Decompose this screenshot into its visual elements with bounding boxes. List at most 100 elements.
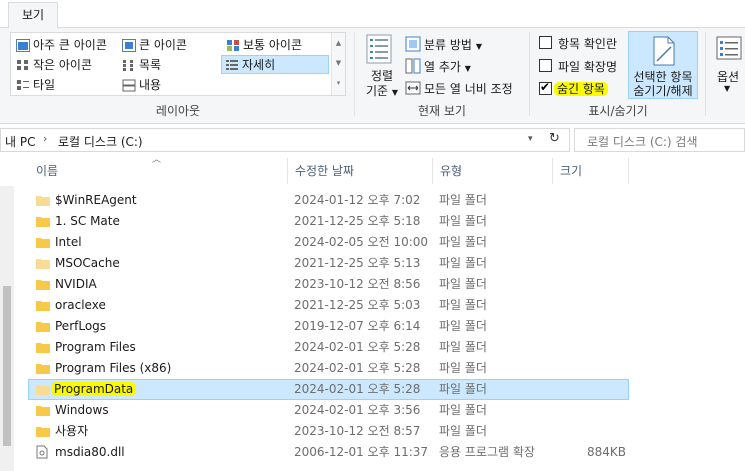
sort-by-button[interactable]: 정렬 기준 ▼ bbox=[366, 69, 398, 100]
layout-list[interactable]: 목록 bbox=[119, 56, 161, 75]
hidden-items-label: 숨긴 항목 bbox=[554, 80, 608, 97]
hide-selected-items-button[interactable]: 선택한 항목 숨기기/해제 bbox=[628, 31, 698, 99]
folder-icon bbox=[36, 364, 50, 374]
file-name-extensions-checkbox[interactable] bbox=[539, 59, 552, 72]
file-modified: 2024-02-01 오후 3:56 bbox=[294, 403, 421, 417]
column-header-size[interactable]: 크기 bbox=[560, 158, 582, 184]
layout-large-icons[interactable]: 큰 아이콘 bbox=[119, 36, 187, 55]
file-row[interactable]: MSOCache 2021-12-25 오후 5:13 파일 폴더 bbox=[28, 253, 629, 274]
ribbon-tab-strip: 보기 bbox=[0, 0, 745, 29]
file-row[interactable]: NVIDIA 2023-10-12 오전 8:56 파일 폴더 bbox=[28, 274, 629, 295]
file-type: 파일 폴더 bbox=[439, 361, 487, 375]
layout-large-icons-label: 큰 아이콘 bbox=[139, 38, 187, 52]
group-by-button[interactable]: 분류 방법 ▼ bbox=[424, 36, 482, 53]
sort-arrow-icon: ︿ bbox=[152, 155, 162, 165]
file-modified: 2024-02-01 오후 5:28 bbox=[294, 361, 421, 375]
show-hide-group-title: 표시/숨기기 bbox=[588, 104, 648, 118]
file-row[interactable]: Program Files (x86) 2024-02-01 오후 5:28 파… bbox=[28, 358, 629, 379]
options-button[interactable]: 옵션 bbox=[717, 68, 739, 85]
file-row[interactable]: oraclexe 2021-12-25 오후 5:03 파일 폴더 bbox=[28, 295, 629, 316]
file-name: MSOCache bbox=[55, 256, 120, 270]
column-divider[interactable] bbox=[552, 158, 553, 184]
layout-small-icons-label: 작은 아이콘 bbox=[33, 58, 93, 72]
content-icon bbox=[122, 79, 136, 92]
navigation-pane-scrollbar[interactable] bbox=[0, 186, 14, 471]
file-type: 응용 프로그램 확장 bbox=[439, 445, 535, 459]
ribbon: 아주 큰 아이콘 큰 아이콘 보통 아이콘 작은 아이콘 목록 자세히 타일 내… bbox=[0, 28, 745, 124]
file-size: 884KB bbox=[586, 445, 626, 459]
file-row-selected[interactable]: ProgramData 2024-02-01 오후 5:28 파일 폴더 bbox=[28, 379, 629, 400]
large-icons-icon bbox=[122, 39, 136, 52]
column-divider[interactable] bbox=[628, 158, 629, 184]
folder-icon bbox=[36, 280, 50, 290]
item-check-boxes-checkbox[interactable] bbox=[539, 36, 552, 49]
file-row[interactable]: msdia80.dll 2006-12-01 오후 11:37 응용 프로그램 … bbox=[28, 442, 629, 463]
file-row[interactable]: PerfLogs 2019-12-07 오후 6:14 파일 폴더 bbox=[28, 316, 629, 337]
sort-by-label-line2: 기준 ▼ bbox=[366, 84, 399, 98]
address-bar[interactable]: 내 PC › 로컬 디스크 (C:) ▾ ↻ bbox=[0, 128, 570, 152]
file-row[interactable]: Windows 2024-02-01 오후 3:56 파일 폴더 bbox=[28, 400, 629, 421]
breadcrumb-this-pc[interactable]: 내 PC bbox=[5, 133, 35, 150]
file-name-highlight: ProgramData bbox=[51, 382, 137, 396]
refresh-icon[interactable]: ↻ bbox=[549, 131, 560, 146]
tab-view[interactable]: 보기 bbox=[8, 2, 58, 29]
layout-details[interactable]: 자세히 bbox=[221, 55, 329, 74]
layout-medium-icons-label: 보통 아이콘 bbox=[243, 38, 303, 52]
file-modified: 2021-12-25 오후 5:18 bbox=[294, 214, 421, 228]
file-size bbox=[566, 421, 626, 442]
file-type: 파일 폴더 bbox=[439, 298, 487, 312]
file-type: 파일 폴더 bbox=[439, 256, 487, 270]
file-row[interactable]: 사용자 2023-10-12 오전 8:57 파일 폴더 bbox=[28, 421, 629, 442]
file-row[interactable]: 1. SC Mate 2021-12-25 오후 5:18 파일 폴더 bbox=[28, 211, 629, 232]
search-box[interactable]: 로컬 디스크 (C:) 검색 bbox=[574, 128, 745, 152]
sort-by-icon bbox=[366, 34, 392, 64]
folder-icon bbox=[36, 427, 50, 437]
layout-details-label: 자세히 bbox=[242, 58, 276, 72]
file-row[interactable]: Program Files 2024-02-01 오후 5:28 파일 폴더 bbox=[28, 337, 629, 358]
file-size bbox=[566, 232, 626, 253]
folder-icon bbox=[36, 301, 50, 311]
file-size bbox=[566, 211, 626, 232]
current-view-group-title: 현재 보기 bbox=[418, 104, 466, 118]
layout-extra-large-icons[interactable]: 아주 큰 아이콘 bbox=[13, 36, 107, 55]
layout-tiles[interactable]: 타일 bbox=[13, 76, 55, 95]
layout-content[interactable]: 내용 bbox=[119, 76, 161, 95]
column-header-name[interactable]: 이름 bbox=[36, 158, 58, 184]
column-divider[interactable] bbox=[432, 158, 433, 184]
size-columns-icon bbox=[405, 81, 421, 95]
file-name: $WinREAgent bbox=[55, 193, 137, 207]
item-check-boxes-label: 항목 확인란 bbox=[558, 37, 618, 51]
file-size bbox=[566, 274, 626, 295]
file-name: Intel bbox=[55, 235, 82, 249]
options-icon bbox=[716, 36, 742, 60]
layout-content-label: 내용 bbox=[139, 78, 162, 92]
tiles-icon bbox=[17, 80, 29, 90]
file-modified: 2021-12-25 오후 5:13 bbox=[294, 256, 421, 270]
layout-medium-icons[interactable]: 보통 아이콘 bbox=[223, 36, 302, 55]
folder-icon bbox=[36, 217, 50, 227]
layout-gallery-scroll[interactable]: ▲ ▼ ▾ bbox=[331, 33, 345, 95]
file-modified: 2006-12-01 오후 11:37 bbox=[294, 445, 429, 459]
hidden-items-text: 숨긴 항목 bbox=[554, 82, 608, 96]
file-name: NVIDIA bbox=[55, 277, 97, 291]
column-divider[interactable] bbox=[287, 158, 288, 184]
layout-small-icons[interactable]: 작은 아이콘 bbox=[13, 56, 92, 75]
address-dropdown-icon[interactable]: ▾ bbox=[528, 134, 533, 144]
file-row[interactable]: $WinREAgent 2024-01-12 오후 7:02 파일 폴더 bbox=[28, 190, 629, 211]
navigation-pane-scroll-thumb[interactable] bbox=[3, 286, 11, 446]
column-header-modified[interactable]: 수정한 날짜 bbox=[295, 158, 354, 184]
file-name-extensions-label: 파일 확장명 bbox=[558, 60, 618, 74]
dll-file-icon bbox=[36, 445, 48, 459]
add-column-button[interactable]: 열 추가 ▼ bbox=[424, 58, 471, 75]
medium-icons-icon bbox=[227, 40, 239, 51]
folder-icon bbox=[36, 385, 50, 395]
file-row[interactable]: Intel 2024-02-05 오전 10:00 파일 폴더 bbox=[28, 232, 629, 253]
hidden-items-checkbox[interactable] bbox=[539, 80, 552, 95]
file-modified: 2019-12-07 오후 6:14 bbox=[294, 319, 421, 333]
breadcrumb-local-disk[interactable]: 로컬 디스크 (C:) bbox=[58, 133, 143, 150]
ribbon-separator bbox=[705, 32, 706, 116]
file-modified: 2023-10-12 오전 8:56 bbox=[294, 277, 421, 291]
column-header-type[interactable]: 유형 bbox=[440, 158, 462, 184]
size-all-columns-button[interactable]: 모든 열 너비 조정 bbox=[424, 80, 513, 97]
file-name: Windows bbox=[55, 403, 109, 417]
